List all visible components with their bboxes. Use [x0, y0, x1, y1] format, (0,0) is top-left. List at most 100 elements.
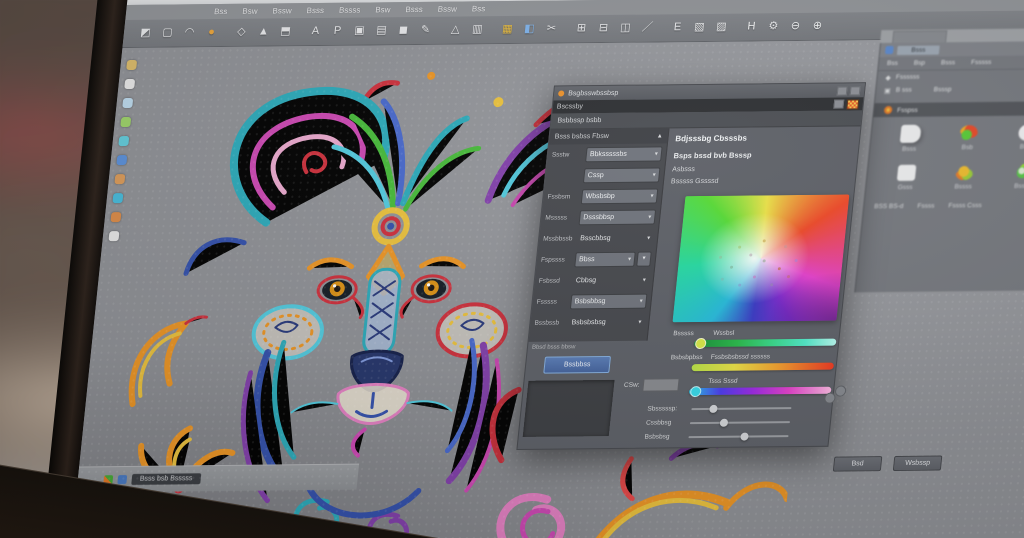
- cluster-orange-icon: [954, 164, 975, 181]
- flower-icon: [883, 106, 893, 115]
- field-select-1[interactable]: Cssp ▾: [582, 167, 661, 184]
- color-picker-field[interactable]: [672, 194, 850, 323]
- dialog-app-icon: [557, 90, 565, 97]
- dialog-tab-label[interactable]: Bsbbssp bsbb: [557, 117, 602, 124]
- cancel-button[interactable]: Wsbssp: [892, 455, 943, 472]
- dialog-minimize-button[interactable]: [836, 85, 848, 96]
- thumb-cell-0[interactable]: Bsss: [880, 124, 941, 153]
- panel-tab-3[interactable]: Fsssss: [971, 59, 992, 66]
- left-panel-header[interactable]: Bsss bsbss Fbsw ▲: [548, 128, 669, 145]
- panel-row-label2-1: Bsssp: [933, 86, 952, 94]
- thumb-cell-4[interactable]: Bssss: [934, 164, 995, 191]
- field-select-2[interactable]: Wbsbsbp ▾: [580, 188, 659, 205]
- app-blue-icon[interactable]: [117, 475, 128, 485]
- field-row-3: Msssss Dsssbbsp ▾: [540, 206, 660, 228]
- field-row-1: Cssp ▾: [545, 164, 665, 186]
- panel-tab-0[interactable]: Bss: [887, 60, 899, 67]
- swatch-blue-icon[interactable]: [116, 155, 128, 166]
- thumb-cell-1[interactable]: Bsb: [938, 125, 999, 152]
- pattern-swatch-icon[interactable]: [846, 98, 860, 109]
- slider-sublabel-1: Fssbsbsbssd ssssss: [710, 353, 771, 361]
- field-select-5[interactable]: Bbss ▾: [574, 251, 636, 268]
- menu-item-5[interactable]: Bsw: [375, 5, 391, 14]
- plain-slider-0[interactable]: [691, 404, 792, 413]
- slider-handle-2[interactable]: [689, 386, 702, 398]
- plain-slider-handle-1[interactable]: [719, 418, 729, 427]
- field-label-4: Mssbbssb: [542, 235, 573, 243]
- menu-item-4[interactable]: Bssss: [339, 6, 361, 15]
- left-panel-header-label: Bsss bsbss Fbsw: [554, 132, 610, 141]
- swatch-green-icon[interactable]: [120, 116, 132, 128]
- ok-button[interactable]: Bsd: [832, 456, 883, 472]
- menu-item-7[interactable]: Bssw: [437, 5, 457, 14]
- thumb-cell-2[interactable]: Bss: [996, 124, 1024, 151]
- panel-section-label: Fsspss: [896, 106, 919, 114]
- field-label-5: Fspssss: [540, 256, 566, 264]
- swatch-gray-icon[interactable]: [108, 231, 120, 242]
- menu-item-6[interactable]: Bsss: [405, 5, 423, 14]
- panel-tab-2[interactable]: Bsss: [941, 59, 956, 66]
- cluster-green-icon: [1012, 163, 1024, 180]
- field-label-0: Ssstw: [551, 151, 570, 159]
- swatch-teal-icon[interactable]: [112, 193, 124, 204]
- field-extra-dropdown-5[interactable]: ▾: [636, 251, 652, 267]
- apply-button[interactable]: Bssbbss: [543, 355, 612, 374]
- swatch-white-icon[interactable]: [124, 78, 136, 90]
- thumb-row-0: Bsss Bsb Bss: [880, 122, 1024, 153]
- dock-button[interactable]: [833, 99, 845, 109]
- slider-handle-0[interactable]: [694, 337, 707, 350]
- cluster-red-icon: [958, 125, 979, 142]
- field-row-2: Fssbsm Wbsbsbp ▾: [542, 185, 662, 207]
- plain-slider-1[interactable]: [689, 418, 791, 427]
- plain-slider-handle-2[interactable]: [740, 432, 749, 441]
- dialog-buttons: Bsd Wsbssp: [832, 455, 955, 472]
- field-select-0[interactable]: Bbksssssbs ▾: [585, 146, 663, 163]
- menu-item-3[interactable]: Bsss: [306, 6, 324, 15]
- field-select-6[interactable]: Cbbsg ▾: [572, 277, 649, 285]
- chevron-down-icon: ▾: [642, 277, 647, 284]
- description-line-1: Bsps bssd bvb Bsssp: [673, 150, 753, 161]
- menu-item-2[interactable]: Bssw: [272, 6, 292, 15]
- field-row-4: Mssbbssb Bsscbbsg ▾: [538, 227, 658, 249]
- diamond-icon: ◆: [885, 74, 892, 82]
- embroidery-app-window: Bss Bsw Bssw Bsss Bssss Bsw Bsss Bssw Bss ◩ ▢ ◠ ● ◇ ▲…: [64, 0, 1024, 538]
- swatch-cyan-icon[interactable]: [118, 135, 130, 147]
- menu-item-8[interactable]: Bss: [471, 4, 485, 13]
- field-select-3[interactable]: Dsssbbsp ▾: [578, 209, 657, 226]
- panel-header-chip[interactable]: Bsss: [896, 45, 940, 55]
- plain-slider-label-0: Sbsssssp:: [647, 405, 678, 413]
- panel-tab-1[interactable]: Bsp: [913, 60, 925, 67]
- field-label-6: Fsbssd: [538, 277, 561, 285]
- gradient-slider-1[interactable]: [691, 362, 835, 372]
- menu-item-1[interactable]: Bsw: [242, 7, 258, 16]
- dialog-left-panel: Bsss bsbss Fbsw ▲ Ssstw Bbksssssbs ▾ Cssp ▾ F…: [528, 128, 670, 342]
- swatch-orange-icon[interactable]: [110, 212, 122, 223]
- panel-row-0[interactable]: ◆ Fssssss: [877, 68, 1024, 84]
- gradient-slider-2[interactable]: [688, 386, 832, 398]
- csw-dropdown[interactable]: [641, 378, 680, 392]
- thumb-cell-3[interactable]: Gsss: [876, 164, 937, 192]
- swatch-gold-icon[interactable]: [126, 59, 138, 71]
- field-select-4[interactable]: Bsscbbsg ▾: [577, 235, 654, 243]
- gradient-slider-0[interactable]: [693, 337, 837, 350]
- field-select-7[interactable]: Bsbsbbsg ▾: [569, 293, 648, 310]
- plain-slider-handle-0[interactable]: [708, 404, 718, 413]
- field-value-2: Wbsbsbp: [585, 192, 616, 201]
- panel-section-header[interactable]: Fsspss: [873, 99, 1024, 118]
- collapse-icon[interactable]: ▲: [656, 133, 663, 139]
- circle-white-icon: [1017, 124, 1024, 141]
- side-panel-tab[interactable]: [892, 30, 948, 44]
- panel-row-1[interactable]: ▣ B sss Bsssp: [875, 81, 1024, 97]
- thumb-cell-5[interactable]: Bsss: [992, 163, 1024, 190]
- dialog-close-button[interactable]: [849, 85, 861, 95]
- status-chip[interactable]: Bsss bsb Bsssss: [131, 473, 201, 485]
- panel-row-label-1: B sss: [895, 86, 913, 94]
- swatch-tan-icon[interactable]: [114, 174, 126, 185]
- photo-of-monitor: Bss Bsw Bssw Bsss Bssss Bsw Bsss Bssw Bss ◩ ▢ ◠ ● ◇ ▲…: [0, 0, 1024, 538]
- plain-slider-2[interactable]: [688, 432, 789, 441]
- adjust-colors-dialog: Bsgbsswbssbsp Bscssby Bsbbssp bsbb Bsss …: [516, 82, 943, 472]
- field-select-8[interactable]: Bsbsbsbsg ▾: [568, 319, 645, 327]
- dialog-title: Bsgbsswbssbsp: [567, 89, 619, 97]
- swatch-sky-icon[interactable]: [122, 97, 134, 109]
- menu-item-0[interactable]: Bss: [214, 7, 228, 16]
